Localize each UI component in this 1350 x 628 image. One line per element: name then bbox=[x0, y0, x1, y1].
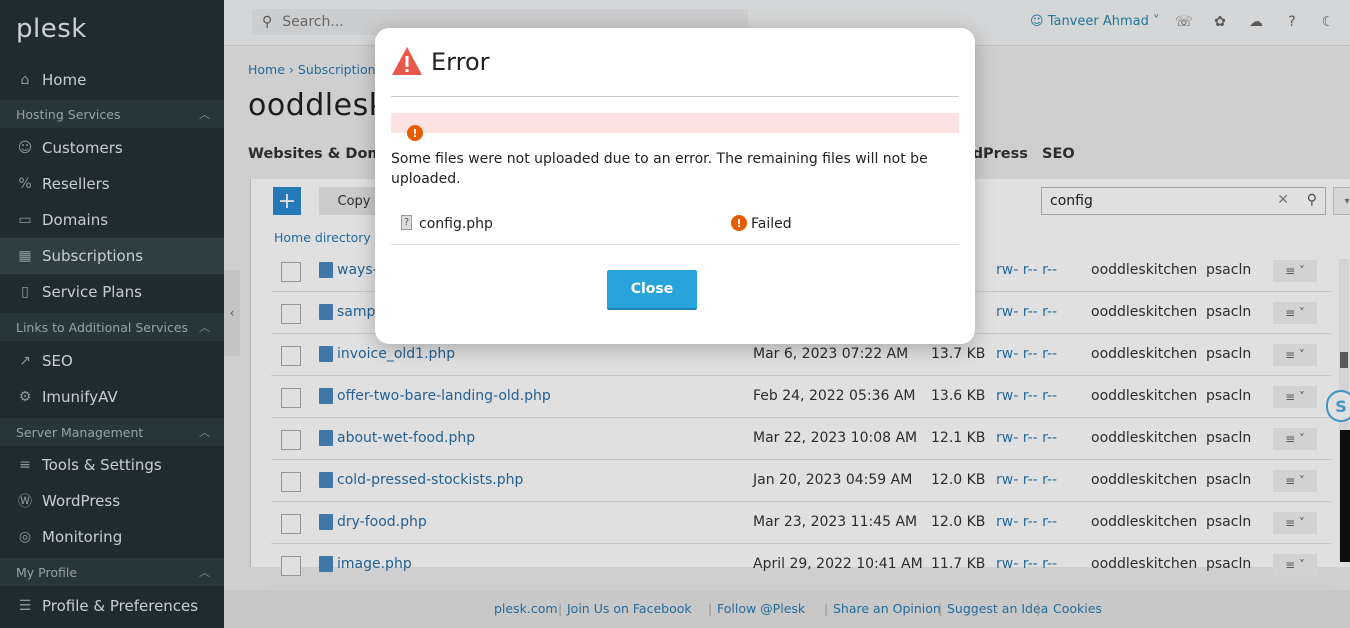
alert-icon: ! bbox=[731, 215, 747, 231]
upload-status: Failed bbox=[751, 216, 792, 232]
dialog-title: Error bbox=[431, 48, 490, 76]
warning-icon bbox=[392, 47, 422, 75]
close-button[interactable]: Close bbox=[607, 270, 697, 310]
failed-file-name: config.php bbox=[419, 216, 493, 232]
file-icon: ? bbox=[401, 215, 412, 230]
divider bbox=[391, 96, 959, 97]
error-dialog: Error ! Some files were not uploaded due… bbox=[375, 28, 975, 344]
error-alert-bar bbox=[391, 113, 959, 133]
alert-icon: ! bbox=[407, 125, 423, 141]
divider bbox=[391, 244, 959, 245]
error-message: Some files were not uploaded due to an e… bbox=[391, 151, 928, 187]
